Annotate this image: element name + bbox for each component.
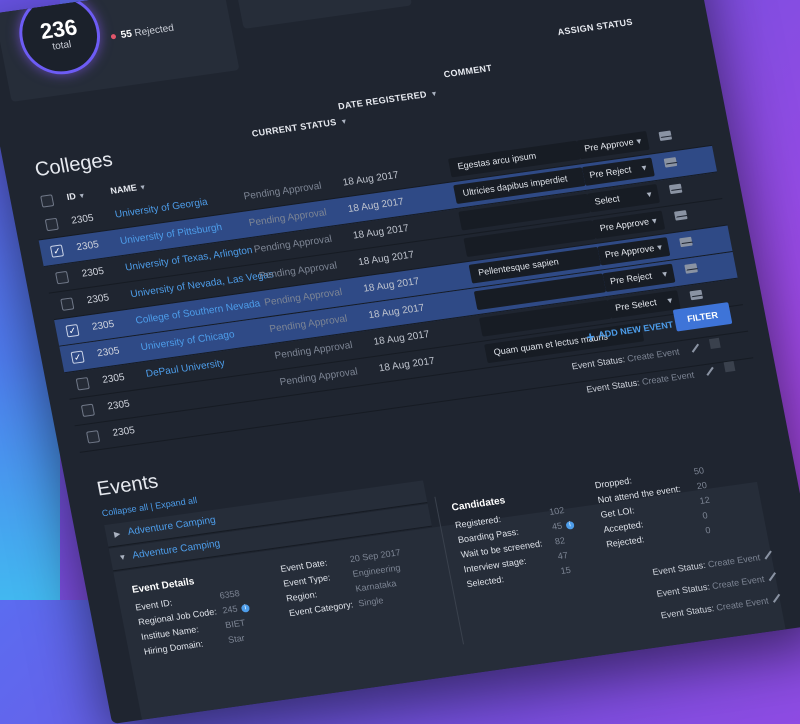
row-status: Pending Approval — [253, 233, 333, 256]
chevron-down-icon: ▼ — [654, 242, 665, 253]
row-id: 2305 — [111, 425, 136, 439]
mail-icon[interactable] — [689, 289, 704, 301]
mail-icon[interactable] — [673, 210, 688, 221]
header-id[interactable]: ID ▼ — [66, 190, 86, 202]
header-current-status[interactable]: CURRENT STATUS ▼ — [251, 115, 349, 139]
chevron-down-icon: ▼ — [649, 216, 660, 227]
header-assign-status: ASSIGN STATUS — [556, 16, 634, 38]
row-date: 18 Aug 2017 — [346, 196, 405, 216]
chevron-down-icon: ▼ — [639, 163, 649, 174]
dropped-label: Dropped: — [593, 475, 633, 491]
row-checkbox[interactable] — [75, 377, 90, 391]
row-date: 18 Aug 2017 — [362, 276, 421, 295]
total-number: 236 — [37, 13, 80, 44]
caret-down-icon: ▼ — [117, 552, 128, 563]
not-attend-value: 20 — [695, 479, 708, 492]
row-name-link[interactable]: DePaul University — [145, 358, 226, 380]
row-status: Pending Approval — [247, 207, 328, 229]
header-comment: COMMENT — [442, 62, 493, 80]
checkmark-icon[interactable]: ✓ — [65, 323, 80, 338]
delete-square-icon[interactable] — [708, 337, 721, 350]
sort-caret-icon: ▼ — [430, 90, 439, 99]
summary-card-secondary — [230, 0, 413, 29]
edit-pencil-icon[interactable] — [706, 366, 714, 376]
expand-all-link[interactable]: Expand all — [154, 495, 198, 511]
checkmark-icon[interactable]: ✓ — [70, 350, 85, 364]
caret-right-icon: ▶ — [113, 529, 122, 539]
row-status: Pending Approval — [278, 366, 359, 389]
header-date-registered[interactable]: DATE REGISTERED ▼ — [337, 88, 439, 111]
plus-icon: + — [584, 328, 597, 346]
wait-value: 82 — [554, 535, 566, 547]
row-status: Pending Approval — [258, 260, 339, 283]
row-id: 2305 — [85, 292, 111, 307]
colleges-title: Colleges — [33, 148, 115, 182]
sort-caret-icon: ▼ — [340, 118, 349, 127]
chevron-down-icon: ▼ — [660, 269, 670, 280]
dashboard-stage: 236 total 55 Rejected Colleges CURRENT S… — [0, 0, 800, 724]
mail-icon[interactable] — [658, 130, 673, 142]
info-icon: i — [240, 603, 251, 613]
row-id: 2305 — [70, 212, 95, 227]
sort-caret-icon: ▼ — [77, 192, 87, 201]
row-id: 2305 — [75, 239, 100, 254]
row-id: 2305 — [96, 345, 121, 360]
mail-icon[interactable] — [684, 263, 698, 274]
row-date: 18 Aug 2017 — [377, 355, 436, 375]
candidates-title: Candidates — [450, 495, 507, 514]
loi-value: 12 — [698, 494, 711, 506]
select-all-checkbox[interactable] — [40, 194, 55, 208]
checkmark-icon[interactable]: ✓ — [49, 244, 65, 258]
collapse-all-link[interactable]: Collapse all — [101, 502, 149, 518]
delete-square-icon[interactable] — [723, 360, 736, 373]
row-date: 18 Aug 2017 — [352, 222, 410, 242]
row-name-link[interactable]: University of Georgia — [114, 197, 209, 221]
row-checkbox[interactable] — [60, 297, 75, 311]
row-date: 18 Aug 2017 — [341, 169, 400, 189]
rejected-count: 55 — [119, 28, 133, 41]
row-date: 18 Aug 2017 — [367, 302, 426, 322]
chevron-down-icon: ▼ — [634, 136, 644, 147]
row-status: Pending Approval — [242, 180, 323, 203]
mail-icon[interactable] — [679, 236, 693, 248]
row-checkbox[interactable] — [55, 270, 70, 285]
total-label: total — [51, 38, 73, 53]
row-id: 2305 — [80, 265, 105, 280]
mail-icon[interactable] — [663, 157, 678, 168]
info-icon: i — [565, 520, 575, 530]
row-checkbox[interactable] — [86, 430, 101, 444]
rejected-dot-icon — [110, 33, 117, 40]
chevron-down-icon: ▼ — [644, 189, 655, 200]
row-date: 18 Aug 2017 — [372, 329, 431, 348]
selected-value: 15 — [559, 564, 572, 576]
sort-caret-icon: ▼ — [138, 184, 147, 192]
row-checkbox[interactable] — [44, 217, 59, 232]
row-status: Pending Approval — [273, 339, 354, 362]
row-name-link[interactable]: University of Chicago — [140, 329, 236, 353]
dropped-value: 50 — [693, 465, 705, 477]
events-title: Events — [95, 470, 160, 501]
row-id: 2305 — [101, 371, 126, 386]
chevron-down-icon: ▼ — [665, 295, 675, 306]
mail-icon[interactable] — [668, 183, 683, 195]
row-checkbox[interactable] — [80, 403, 96, 418]
row-id: 2305 — [91, 318, 116, 333]
dashboard-panel: 236 total 55 Rejected Colleges CURRENT S… — [0, 0, 800, 724]
row-status: Pending Approval — [268, 313, 349, 336]
header-name[interactable]: NAME ▼ — [109, 181, 147, 196]
row-date: 18 Aug 2017 — [357, 249, 416, 269]
interview-value: 47 — [556, 550, 569, 562]
row-status: Pending Approval — [263, 286, 344, 309]
row-id: 2305 — [106, 398, 131, 413]
registered-value: 102 — [548, 505, 566, 518]
